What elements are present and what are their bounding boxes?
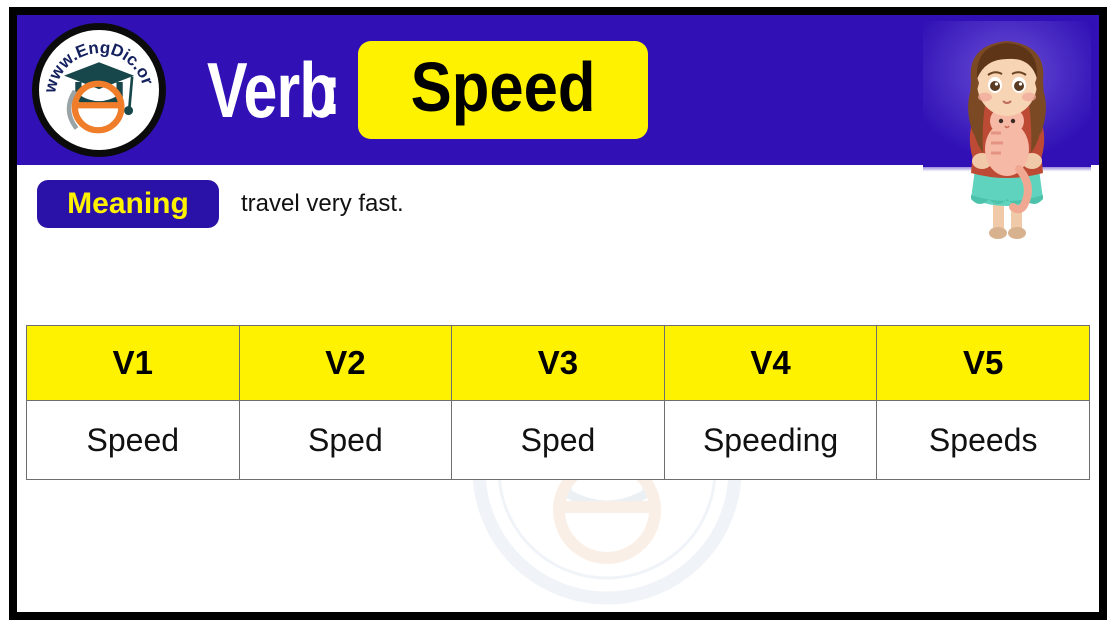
table-header-v2: V2: [238, 325, 453, 401]
infographic-page: www.EngDic.org www.EngDic.org: [0, 0, 1116, 628]
table-header-v3: V3: [451, 325, 665, 401]
table-cell-v5: Speeds: [876, 400, 1090, 480]
engdic-logo: www.EngDic.org: [32, 23, 166, 157]
logo-ring-text-icon: www.EngDic.org: [39, 30, 159, 150]
meaning-badge: Meaning: [37, 180, 219, 228]
verb-word-box: Speed: [358, 41, 649, 139]
table-row: Speed Sped Sped Speeding Speeds: [26, 400, 1090, 480]
verb-forms-table: V1 V2 V3 V4 V5 Speed Sped Sped Speeding …: [26, 325, 1090, 480]
table-header-row: V1 V2 V3 V4 V5: [26, 325, 1090, 401]
girl-holding-cat-illustration: [923, 21, 1091, 249]
title-separator: :: [323, 50, 341, 130]
page-title: Verb: [207, 46, 337, 134]
content-frame: www.EngDic.org www.EngDic.org: [9, 7, 1107, 620]
table-cell-v2: Sped: [238, 400, 453, 480]
table-header-v1: V1: [26, 325, 240, 401]
table-cell-v4: Speeding: [663, 400, 878, 480]
meaning-text: travel very fast.: [241, 190, 404, 217]
header-title-group: Verb : Speed: [177, 15, 899, 165]
table-header-v4: V4: [663, 325, 878, 401]
table-cell-v3: Sped: [451, 400, 665, 480]
verb-word: Speed: [410, 48, 596, 126]
table-cell-v1: Speed: [26, 400, 240, 480]
table-header-v5: V5: [876, 325, 1090, 401]
